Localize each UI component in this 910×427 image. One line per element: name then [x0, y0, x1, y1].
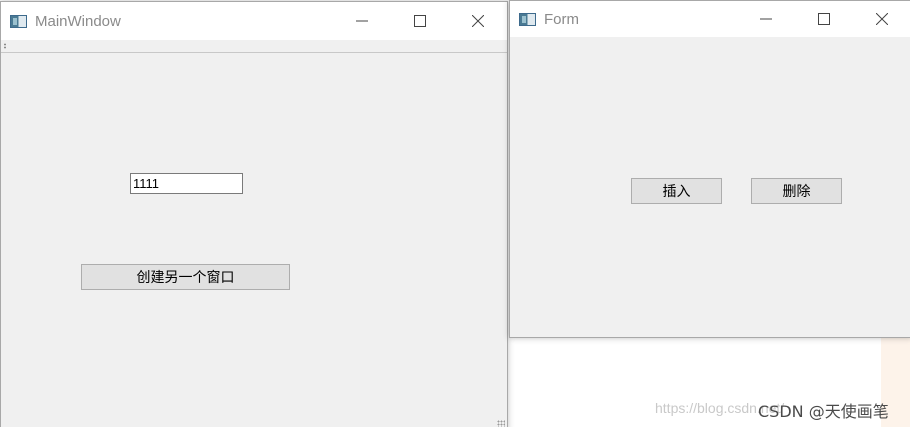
qt-window-icon	[519, 12, 536, 26]
form-window-titlebar[interactable]: Form	[510, 1, 910, 37]
form-window: Form 插入 删除	[509, 0, 910, 338]
delete-button-label: 删除	[782, 184, 811, 200]
size-grip-icon[interactable]	[497, 420, 505, 427]
create-window-button-label: 创建另一个窗口	[136, 270, 235, 286]
close-button[interactable]	[853, 1, 910, 37]
main-window-title: MainWindow	[35, 12, 121, 30]
delete-button[interactable]: 删除	[751, 178, 842, 204]
minimize-icon	[356, 20, 368, 22]
maximize-button[interactable]	[391, 2, 449, 40]
form-window-title: Form	[544, 10, 579, 28]
watermark-brand: CSDN @天使画笔	[758, 402, 889, 421]
toolbar-grip-icon	[4, 43, 6, 49]
main-window: MainWindow 创建另一个窗口	[0, 1, 508, 427]
main-window-caption-buttons	[333, 2, 507, 40]
insert-button-label: 插入	[662, 184, 691, 200]
value-input[interactable]	[130, 173, 243, 194]
close-icon	[472, 15, 484, 27]
minimize-button[interactable]	[737, 1, 795, 37]
qt-window-icon	[10, 14, 27, 28]
minimize-icon	[760, 18, 772, 20]
close-button[interactable]	[449, 2, 507, 40]
maximize-icon	[818, 13, 830, 25]
menu-bar[interactable]	[1, 40, 507, 53]
main-window-titlebar[interactable]: MainWindow	[1, 2, 507, 40]
close-icon	[876, 13, 888, 25]
minimize-button[interactable]	[333, 2, 391, 40]
insert-button[interactable]: 插入	[631, 178, 722, 204]
maximize-icon	[414, 15, 426, 27]
create-window-button[interactable]: 创建另一个窗口	[81, 264, 290, 290]
desktop: MainWindow 创建另一个窗口 F	[0, 0, 910, 427]
maximize-button[interactable]	[795, 1, 853, 37]
form-window-caption-buttons	[737, 1, 910, 37]
